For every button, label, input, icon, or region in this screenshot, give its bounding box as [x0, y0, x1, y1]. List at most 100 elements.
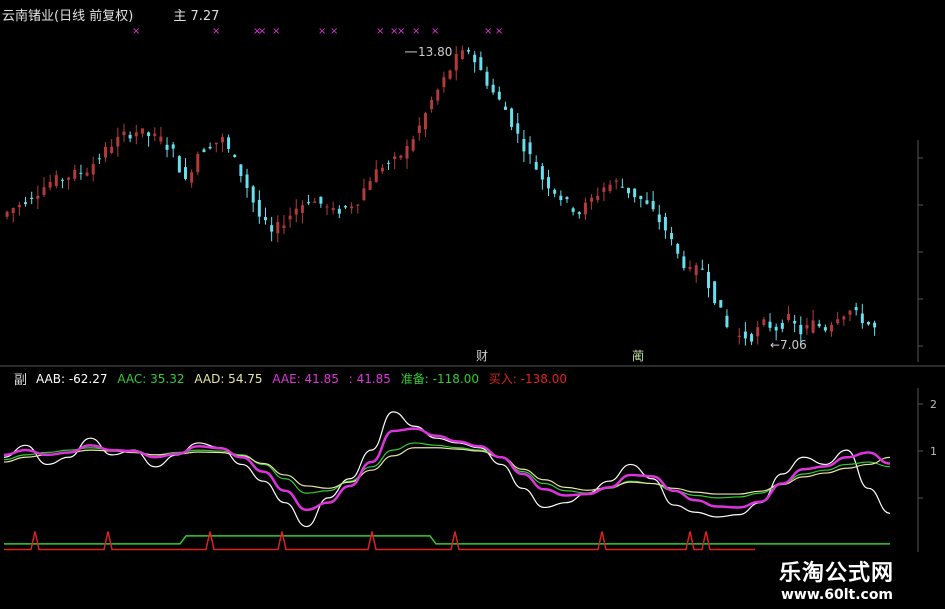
candle-body — [774, 326, 778, 331]
candle-body — [442, 77, 446, 88]
candle-body — [227, 137, 231, 149]
candle-body — [190, 172, 194, 183]
candle-body — [719, 300, 723, 308]
candle-body — [608, 184, 612, 191]
candle-body — [356, 204, 360, 206]
candle-body — [762, 319, 766, 325]
signal-mark: × — [330, 26, 338, 37]
candle-body — [503, 106, 507, 110]
candle-body — [251, 186, 255, 203]
candle-body — [147, 132, 151, 137]
candle-body — [860, 313, 864, 324]
candle-body — [454, 53, 458, 71]
indicator-name: 副 — [14, 373, 28, 388]
candle-body — [743, 331, 747, 339]
candle-body — [11, 208, 15, 213]
candle-body — [214, 142, 218, 145]
high-marker-label: 13.80 — [418, 45, 452, 59]
candle-body — [153, 133, 157, 136]
aab-legend: AAB: -62.27 — [36, 372, 108, 386]
candle-body — [245, 174, 249, 189]
buy-line — [4, 531, 755, 551]
candle-body — [116, 136, 120, 147]
candle-body — [516, 123, 520, 134]
signal-mark: × — [376, 26, 384, 37]
candle-body — [540, 166, 544, 180]
candle-body — [276, 222, 280, 234]
candle-body — [620, 186, 624, 188]
candle-body — [350, 206, 354, 209]
series-aad-line — [3, 447, 891, 495]
candle-body — [842, 316, 846, 320]
candle-body — [48, 181, 52, 188]
candle-body — [233, 154, 237, 158]
candle-body — [688, 267, 692, 269]
candle-body — [67, 177, 71, 180]
aae-legend: AAE: 41.85 — [272, 372, 339, 386]
candle-body — [36, 195, 40, 199]
candle-body — [682, 256, 686, 269]
candle-body — [553, 189, 557, 194]
candle-body — [30, 197, 34, 199]
signal-mark: × — [318, 26, 326, 37]
candle-body — [79, 172, 83, 174]
candle-body — [5, 211, 9, 217]
candle-body — [639, 195, 643, 200]
signal-mark: × — [272, 26, 280, 37]
candle-body — [823, 327, 827, 331]
candle-body — [196, 154, 200, 173]
candle-body — [657, 214, 661, 223]
candle-body — [171, 144, 175, 149]
candle-body — [405, 145, 409, 159]
candle-body — [331, 208, 335, 211]
sub-y-tick-label: 2 — [930, 398, 937, 411]
indicator-header: AAB: -62.27 AAC: 35.32 AAD: 54.75 AAE: 4… — [36, 370, 573, 387]
candle-body — [313, 201, 317, 203]
candle-body — [645, 200, 649, 204]
candle-body — [799, 325, 803, 335]
candle-body — [811, 320, 815, 333]
candle-body — [627, 187, 631, 194]
main-label: 主 — [173, 9, 187, 24]
candle-body — [596, 195, 600, 200]
candle-body — [768, 321, 772, 328]
candle-body — [670, 233, 674, 240]
candle-body — [159, 136, 163, 142]
aaf-legend: : 41.85 — [348, 372, 391, 386]
candle-body — [411, 139, 415, 151]
candle-body — [510, 108, 514, 127]
candle-body — [651, 200, 655, 210]
candle-body — [24, 202, 28, 205]
candle-body — [239, 164, 243, 176]
candle-body — [430, 100, 434, 110]
signal-mark: × — [132, 26, 140, 37]
candle-body — [140, 128, 144, 134]
candle-body — [85, 172, 89, 176]
series-aab-line — [3, 411, 891, 528]
candle-body — [780, 322, 784, 329]
ready-legend: 准备: -118.00 — [400, 372, 479, 386]
candle-body — [184, 167, 188, 179]
candle-body — [374, 169, 378, 183]
candle-body — [460, 50, 464, 60]
watermark: 乐淘公式网 www.60lt.com — [767, 552, 945, 609]
candle-body — [602, 187, 606, 192]
candle-body — [263, 217, 267, 221]
candle-body — [220, 137, 224, 143]
candle-body — [485, 71, 489, 86]
signal-mark: × — [258, 26, 266, 37]
candle-body — [17, 204, 21, 208]
candle-body — [399, 155, 403, 158]
aad-legend: AAD: 54.75 — [194, 372, 263, 386]
candle-body — [368, 181, 372, 190]
signal-mark: × — [431, 26, 439, 37]
sub-y-tick-label: 1 — [930, 445, 937, 458]
candle-body — [873, 322, 877, 328]
candle-body — [337, 208, 341, 214]
signal-mark: × — [495, 26, 503, 37]
candle-body — [270, 225, 274, 232]
candle-body — [423, 113, 427, 130]
signal-mark: × — [484, 26, 492, 37]
candle-body — [725, 315, 729, 328]
candle-body — [165, 144, 169, 150]
